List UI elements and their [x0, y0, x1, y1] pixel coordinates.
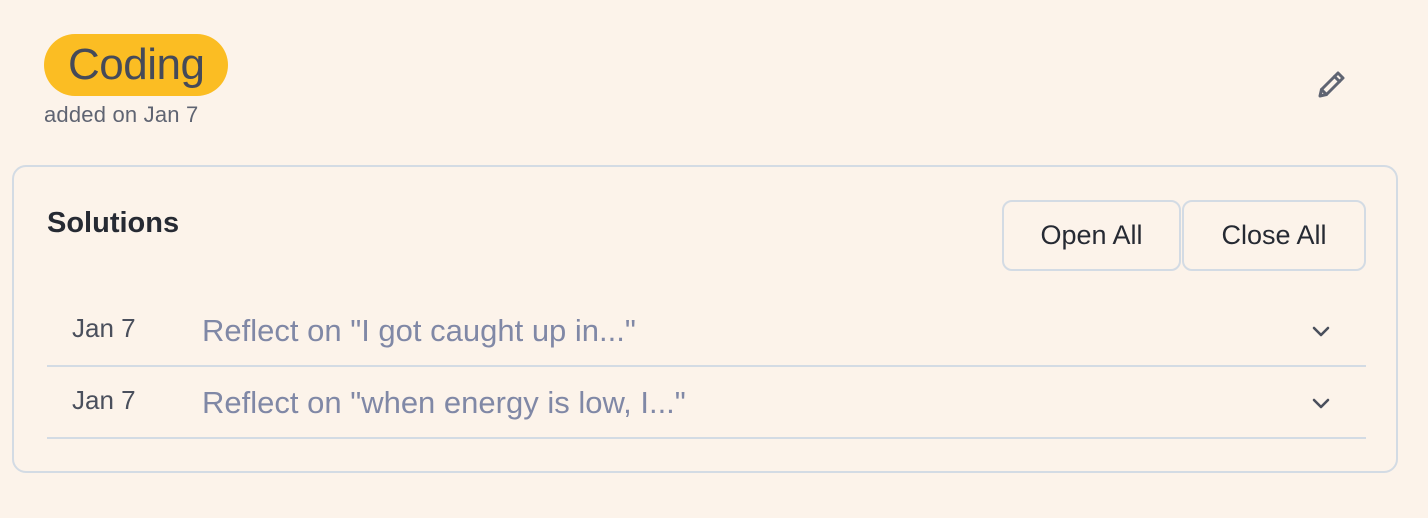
solution-row[interactable]: Jan 7 Reflect on "when energy is low, I.… [47, 367, 1366, 439]
solutions-title: Solutions [47, 207, 180, 239]
solution-title: Reflect on "when energy is low, I..." [202, 385, 686, 420]
solution-date: Jan 7 [72, 313, 136, 343]
solutions-card: Solutions Open All Close All Jan 7 Refle… [12, 165, 1398, 473]
solution-date: Jan 7 [72, 385, 136, 415]
solution-row[interactable]: Jan 7 Reflect on "I got caught up in..." [47, 295, 1366, 367]
open-all-button[interactable]: Open All [1002, 200, 1181, 271]
pencil-icon [1318, 71, 1345, 98]
page: Coding added on Jan 7 Solutions Open All… [0, 0, 1428, 518]
chevron-down-icon[interactable] [1307, 389, 1335, 417]
close-all-button[interactable]: Close All [1182, 200, 1366, 271]
edit-button[interactable] [1308, 62, 1354, 108]
tag-badge: Coding [44, 34, 229, 96]
chevron-down-icon[interactable] [1307, 317, 1335, 345]
added-on-text: added on Jan 7 [44, 102, 199, 127]
solution-title: Reflect on "I got caught up in..." [202, 313, 636, 348]
